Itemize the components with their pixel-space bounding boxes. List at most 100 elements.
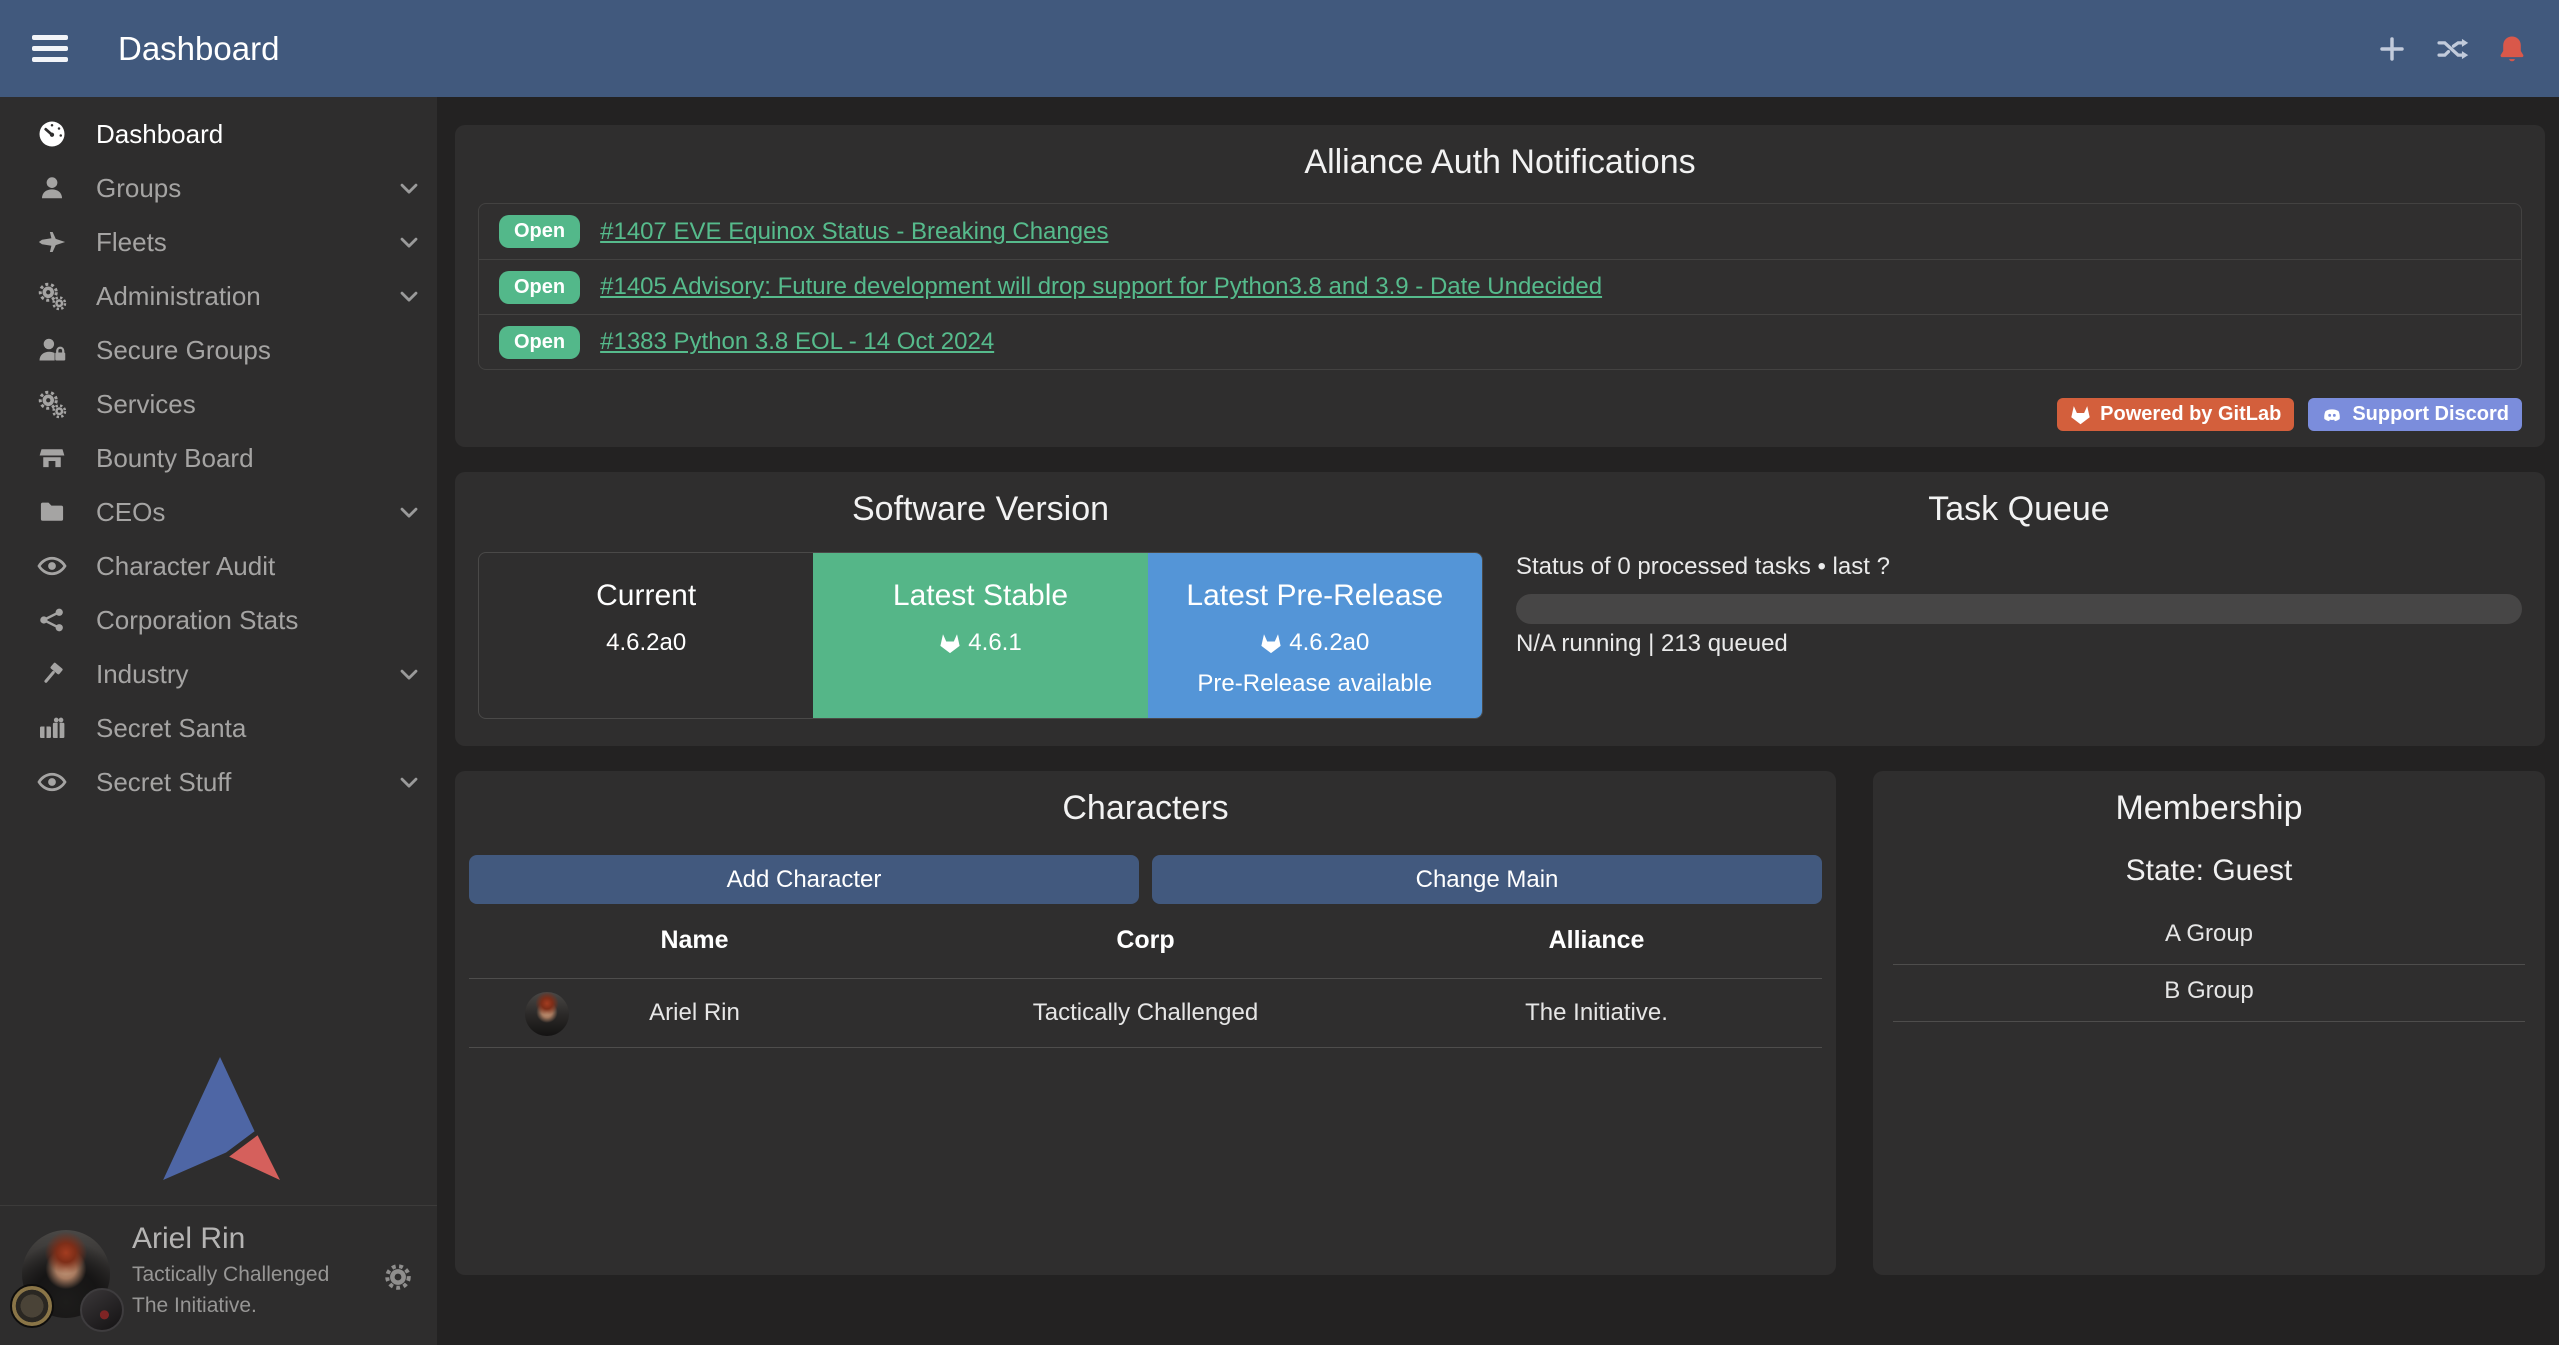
user-avatar (22, 1230, 110, 1318)
add-character-button[interactable]: Add Character (469, 855, 1139, 904)
column-header-alliance: Alliance (1371, 926, 1822, 955)
characters-panel: Characters Add Character Change Main Nam… (455, 771, 1836, 1275)
sidebar: Dashboard Groups Fleets (0, 97, 437, 1345)
sidebar-item-character-audit[interactable]: Character Audit (0, 539, 437, 593)
gitlab-badge[interactable]: Powered by GitLab (2057, 398, 2294, 431)
version-label: Latest Stable (813, 579, 1147, 613)
sidebar-item-secret-stuff[interactable]: Secret Stuff (0, 755, 437, 809)
sidebar-item-bounty-board[interactable]: Bounty Board (0, 431, 437, 485)
sidebar-item-label: Industry (96, 659, 395, 690)
version-label: Current (479, 579, 813, 613)
jet-icon (34, 227, 70, 257)
character-alliance-cell: The Initiative. (1371, 999, 1822, 1027)
gitlab-icon (939, 633, 961, 654)
change-main-button[interactable]: Change Main (1152, 855, 1822, 904)
main-content: Alliance Auth Notifications Open #1407 E… (437, 97, 2559, 1345)
sidebar-item-ceos[interactable]: CEOs (0, 485, 437, 539)
sidebar-item-corporation-stats[interactable]: Corporation Stats (0, 593, 437, 647)
notification-link[interactable]: #1407 EVE Equinox Status - Breaking Chan… (600, 218, 1108, 246)
alliance-logo (80, 1288, 124, 1332)
status-badge: Open (499, 271, 580, 304)
user-alliance: The Initiative. (132, 1294, 437, 1318)
sidebar-item-label: CEOs (96, 497, 395, 528)
sidebar-item-secret-santa[interactable]: Secret Santa (0, 701, 437, 755)
gauge-icon (34, 119, 70, 149)
chevron-down-icon (395, 660, 423, 688)
version-note: Pre-Release available (1148, 670, 1482, 698)
sidebar-item-administration[interactable]: Administration (0, 269, 437, 323)
character-name: Ariel Rin (649, 999, 740, 1026)
gifts-icon (34, 713, 70, 743)
plus-icon[interactable] (2375, 32, 2409, 66)
character-avatar (525, 992, 569, 1036)
bottom-row: Characters Add Character Change Main Nam… (455, 771, 2545, 1275)
character-corp-cell: Tactically Challenged (920, 999, 1371, 1027)
sidebar-item-label: Secret Santa (96, 713, 423, 744)
sidebar-item-label: Services (96, 389, 423, 420)
chevron-down-icon (395, 282, 423, 310)
sidebar-item-label: Secret Stuff (96, 767, 395, 798)
notifications-panel: Alliance Auth Notifications Open #1407 E… (455, 125, 2545, 447)
task-queue-section: Task Queue Status of 0 processed tasks •… (1516, 472, 2522, 746)
discord-badge[interactable]: Support Discord (2308, 398, 2522, 431)
sidebar-item-label: Fleets (96, 227, 395, 258)
status-badge: Open (499, 215, 580, 248)
settings-gear-icon[interactable] (381, 1260, 415, 1294)
notification-link[interactable]: #1383 Python 3.8 EOL - 14 Oct 2024 (600, 328, 994, 356)
shuffle-icon[interactable] (2435, 32, 2469, 66)
chevron-down-icon (395, 498, 423, 526)
gitlab-icon (1260, 633, 1282, 654)
folder-icon (34, 497, 70, 527)
sidebar-item-dashboard[interactable]: Dashboard (0, 107, 437, 161)
sidebar-item-label: Character Audit (96, 551, 423, 582)
sidebar-menu: Dashboard Groups Fleets (0, 97, 437, 809)
chevron-down-icon (395, 174, 423, 202)
version-latest-stable[interactable]: Latest Stable 4.6.1 (813, 553, 1147, 718)
corp-logo (10, 1284, 54, 1328)
chevron-down-icon (395, 768, 423, 796)
list-item: A Group (1893, 908, 2525, 965)
task-queue-status: Status of 0 processed tasks • last ? (1516, 553, 2522, 581)
software-taskqueue-panel: Software Version Current 4.6.2a0 Latest … (455, 472, 2545, 746)
column-header-corp: Corp (920, 926, 1371, 955)
menu-toggle-button[interactable] (32, 29, 68, 68)
hammer-icon (34, 659, 70, 689)
task-queue-progressbar (1516, 594, 2522, 624)
notification-bell-icon[interactable] (2495, 32, 2529, 66)
gears-icon (34, 389, 70, 419)
sidebar-item-groups[interactable]: Groups (0, 161, 437, 215)
sidebar-item-secure-groups[interactable]: Secure Groups (0, 323, 437, 377)
list-item: Open #1405 Advisory: Future development … (479, 259, 2521, 314)
characters-title: Characters (455, 771, 1836, 828)
chevron-down-icon (395, 228, 423, 256)
sidebar-item-label: Administration (96, 281, 395, 312)
sidebar-item-services[interactable]: Services (0, 377, 437, 431)
alliance-auth-logo (158, 1055, 280, 1182)
task-queue-title: Task Queue (1516, 472, 2522, 529)
user-icon (34, 173, 70, 203)
column-header-name: Name (469, 926, 920, 955)
version-latest-prerelease[interactable]: Latest Pre-Release 4.6.2a0 Pre-Release a… (1148, 553, 1482, 718)
notification-link[interactable]: #1405 Advisory: Future development will … (600, 273, 1602, 301)
version-value: 4.6.2a0 (1289, 629, 1369, 657)
version-value: 4.6.2a0 (606, 629, 686, 657)
membership-groups: A Group B Group (1893, 908, 2525, 1022)
sidebar-item-fleets[interactable]: Fleets (0, 215, 437, 269)
version-value: 4.6.1 (968, 629, 1021, 657)
characters-buttons: Add Character Change Main (469, 855, 1822, 904)
discord-icon (2321, 405, 2343, 425)
table-row: Ariel Rin Tactically Challenged The Init… (469, 979, 1822, 1048)
gitlab-icon (2070, 405, 2091, 425)
user-panel: Ariel Rin Tactically Challenged The Init… (0, 1205, 437, 1345)
sidebar-item-label: Corporation Stats (96, 605, 423, 636)
character-name-cell: Ariel Rin (469, 999, 920, 1027)
software-version-section: Software Version Current 4.6.2a0 Latest … (478, 472, 1483, 746)
eye-icon (34, 767, 70, 797)
user-lock-icon (34, 335, 70, 365)
page-title: Dashboard (118, 30, 279, 68)
user-name: Ariel Rin (132, 1222, 437, 1256)
top-navbar: Dashboard (0, 0, 2559, 97)
sidebar-item-industry[interactable]: Industry (0, 647, 437, 701)
characters-table-header: Name Corp Alliance (469, 926, 1822, 979)
software-version-title: Software Version (478, 472, 1483, 529)
